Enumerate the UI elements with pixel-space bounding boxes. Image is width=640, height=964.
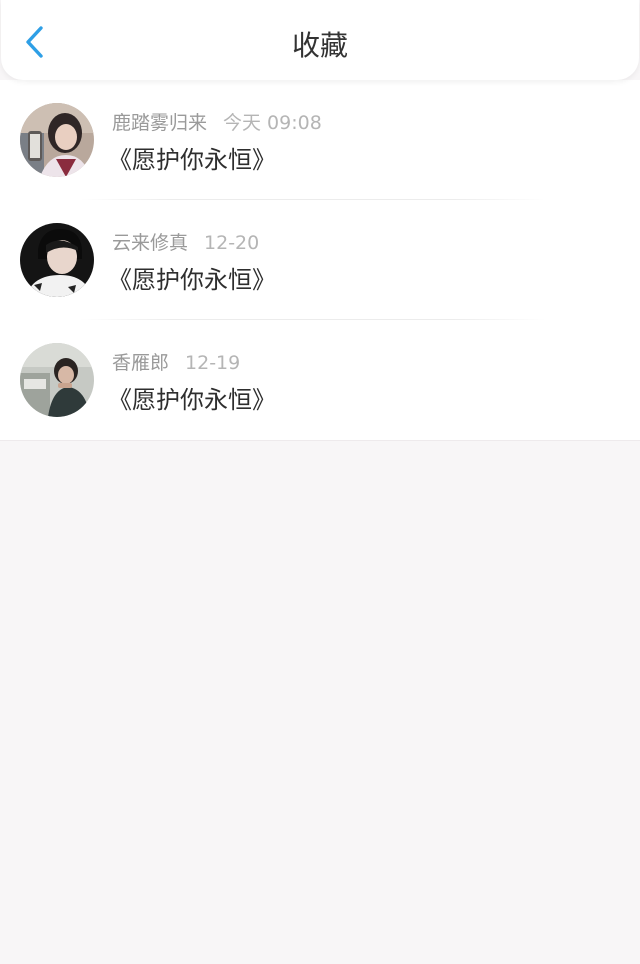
timestamp: 12-19 [185,352,241,374]
page-title: 收藏 [291,29,348,62]
timestamp: 今天 09:08 [223,112,322,134]
item-content[interactable]: 《愿护你永恒》 [108,380,276,415]
avatar[interactable] [20,223,94,297]
item-content[interactable]: 《愿护你永恒》 [108,260,276,295]
top-bar: 收藏 [1,0,639,80]
item-meta: 鹿踏雾归来 今天 09:08 [112,108,322,135]
avatar[interactable] [20,343,94,417]
item-meta: 香雁郎 12-19 [112,348,240,375]
username[interactable]: 鹿踏雾归来 [112,112,207,134]
favorite-item[interactable]: 鹿踏雾归来 今天 09:08 《愿护你永恒》 [0,80,640,200]
timestamp: 12-20 [204,232,260,254]
favorite-item[interactable]: 香雁郎 12-19 《愿护你永恒》 [0,320,640,440]
item-meta: 云来修真 12-20 [112,228,259,255]
avatar[interactable] [20,103,94,177]
username[interactable]: 香雁郎 [112,352,169,374]
item-content[interactable]: 《愿护你永恒》 [108,140,276,175]
favorites-list: 鹿踏雾归来 今天 09:08 《愿护你永恒》 云来修真 12-20 《愿护你永恒》 [0,80,640,441]
favorite-item[interactable]: 云来修真 12-20 《愿护你永恒》 [0,200,640,320]
username[interactable]: 云来修真 [112,232,188,254]
